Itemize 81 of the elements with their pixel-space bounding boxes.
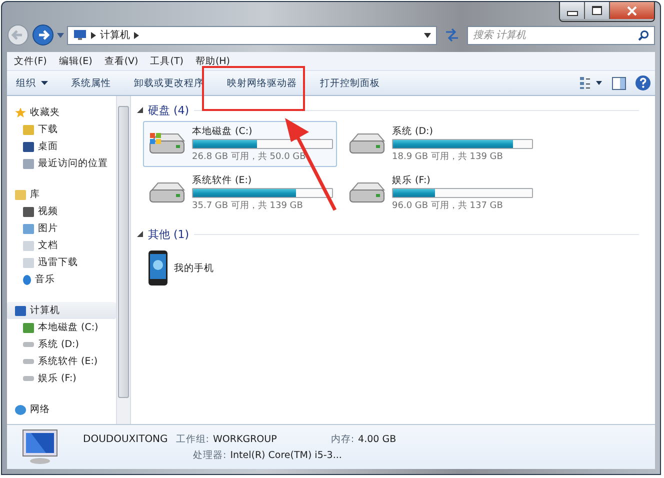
toolbar-button[interactable]: 系统属性 [64,74,118,92]
dropdown-icon[interactable] [424,32,431,38]
item-icon [23,258,34,268]
item-icon [23,206,34,216]
phone-icon [148,250,168,286]
drive-name: 系统软件 (E:) [192,174,253,187]
sidebar-item[interactable]: 网络 [7,401,116,418]
drive-tile[interactable]: 系统软件 (E:) 35.7 GB 可用，共 139 GB [143,170,337,216]
breadcrumb-item[interactable]: 计算机 [100,28,130,42]
address-bar[interactable]: 计算机 [67,26,437,44]
item-icon [23,158,34,168]
history-dropdown-icon[interactable] [57,32,64,38]
free-space-text: 96.0 GB 可用，共 137 GB [392,200,504,212]
toolbar-button[interactable]: 映射网络驱动器 [220,74,304,92]
group-header[interactable]: 硬盘 (4) [148,102,190,118]
preview-pane-icon[interactable] [612,76,626,90]
sidebar-item[interactable]: 桌面 [7,138,116,155]
collapse-icon[interactable] [137,231,143,237]
sidebar-item[interactable]: 音乐 [7,271,116,288]
breadcrumb-arrow-icon[interactable] [91,32,96,38]
search-field[interactable]: 搜索 计算机 [467,26,655,44]
maximize-button[interactable] [585,2,610,19]
sidebar-item[interactable]: 库 [7,186,116,203]
detail-value: Intel(R) Core(TM) i5-3... [230,450,342,460]
drive-name: 我的手机 [174,262,215,274]
item-icon [23,376,34,381]
menu-item[interactable]: 文件(F) [14,54,47,68]
close-button[interactable] [610,2,654,19]
item-icon [23,359,34,364]
minimize-button[interactable] [560,2,585,19]
drive-name: 本地磁盘 (C:) [192,125,254,138]
item-icon [23,322,34,332]
group-header[interactable]: 其他 (1) [148,226,190,242]
menu-item[interactable]: 工具(T) [150,54,184,68]
drive-tile[interactable]: 本地磁盘 (C:) 26.8 GB 可用，共 50.0 GB [143,121,337,167]
item-icon [23,224,34,234]
detail-label: 内存: [330,432,354,446]
detail-value: WORKGROUP [213,434,277,444]
item-icon [23,240,34,250]
item-icon [23,124,34,134]
toolbar-button[interactable]: 组织 [9,74,55,92]
menu-item[interactable]: 编辑(E) [58,54,92,68]
sidebar-item[interactable]: 视频 [7,203,116,220]
sidebar-item[interactable]: 文档 [7,237,116,254]
sidebar-item[interactable]: 本地磁盘 (C:) [7,319,116,336]
free-space-text: 18.9 GB 可用，共 139 GB [392,150,504,163]
sidebar-item[interactable]: 迅雷下载 [7,254,116,271]
free-space-text: 26.8 GB 可用，共 50.0 GB [192,150,307,163]
detail-label: 工作组: [176,432,209,446]
sidebar-item[interactable]: 娱乐 (F:) [7,370,116,387]
scrollbar[interactable] [116,96,130,424]
help-icon[interactable] [635,75,651,91]
drive-tile[interactable]: 我的手机 [143,245,337,291]
sidebar-item[interactable]: 收藏夹 [7,104,116,121]
breadcrumb-arrow-icon[interactable] [134,32,139,38]
forward-button[interactable] [32,24,54,46]
free-space-text: 35.7 GB 可用，共 139 GB [192,200,304,212]
detail-label: 处理器: [193,448,226,462]
drive-name: 系统 (D:) [392,125,434,138]
detail-value: 4.00 GB [358,434,396,444]
search-icon [638,30,649,40]
close-icon [627,6,637,16]
menu-item[interactable]: 查看(V) [104,54,138,68]
toolbar-button[interactable]: 打开控制面板 [313,74,387,92]
sidebar-item[interactable]: 图片 [7,220,116,237]
menu-item[interactable]: 帮助(H) [195,54,230,68]
sidebar-item[interactable]: 下载 [7,121,116,138]
item-icon [23,142,34,152]
item-icon [23,342,34,347]
drive-tile[interactable]: 系统 (D:) 18.9 GB 可用，共 139 GB [343,121,537,167]
sidebar-item[interactable]: 计算机 [7,302,116,319]
drive-tile[interactable]: 娱乐 (F:) 96.0 GB 可用，共 137 GB [343,170,537,216]
sidebar-item[interactable]: 系统软件 (E:) [7,353,116,370]
drive-name: 娱乐 (F:) [392,174,432,187]
computer-icon [73,29,87,41]
item-icon [23,274,31,284]
view-options-icon[interactable] [579,76,603,90]
computer-name: DOUDOUXITONG [83,434,168,444]
collapse-icon[interactable] [137,107,143,113]
sidebar-item[interactable]: 系统 (D:) [7,336,116,353]
sidebar-item[interactable]: 最近访问的位置 [7,155,116,172]
